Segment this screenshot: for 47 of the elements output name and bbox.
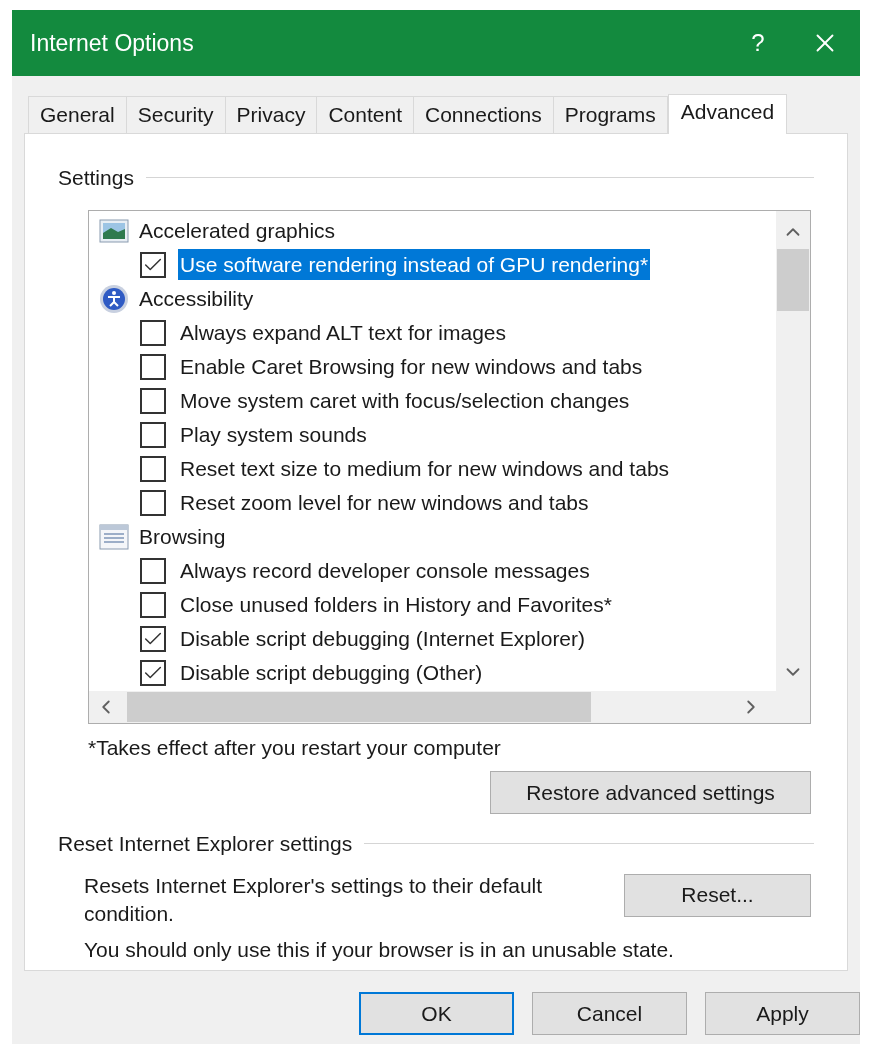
setting-label[interactable]: Enable Caret Browsing for new windows and tabs bbox=[180, 350, 643, 383]
checkbox[interactable] bbox=[140, 591, 166, 618]
help-button[interactable]: ? bbox=[738, 25, 778, 61]
checkbox[interactable] bbox=[140, 421, 166, 448]
setting-label[interactable]: Always expand ALT text for images bbox=[180, 316, 507, 349]
checkbox[interactable] bbox=[140, 625, 166, 652]
category-label: Accessibility bbox=[139, 285, 254, 312]
checkbox[interactable] bbox=[140, 387, 166, 414]
tab[interactable]: Advanced bbox=[667, 94, 788, 134]
checkbox[interactable] bbox=[140, 353, 166, 380]
setting-label[interactable]: Play system sounds bbox=[180, 418, 367, 451]
setting-label[interactable]: Close unused folders in History and Favorites* bbox=[180, 588, 612, 621]
accessibility-icon bbox=[98, 283, 129, 314]
checkbox[interactable] bbox=[140, 659, 166, 686]
setting-label[interactable]: Reset text size to medium for new windows and tabs bbox=[180, 452, 670, 485]
setting-label[interactable]: Disable script debugging (Other) bbox=[180, 656, 483, 689]
checkbox[interactable] bbox=[140, 489, 166, 516]
checkbox[interactable] bbox=[140, 319, 166, 346]
category-label: Accelerated graphics bbox=[139, 217, 336, 244]
vertical-scrollbar[interactable] bbox=[776, 210, 810, 691]
tab[interactable]: Programs bbox=[552, 96, 668, 133]
setting-label[interactable]: Always record developer console messages bbox=[180, 554, 590, 587]
restart-note: *Takes effect after you restart your computer bbox=[88, 734, 502, 761]
dialog-button[interactable]: Cancel bbox=[532, 992, 687, 1035]
setting-label[interactable]: Reset zoom level for new windows and tabs bbox=[180, 486, 589, 519]
window-title: Internet Options bbox=[30, 28, 195, 58]
horizontal-scrollbar[interactable] bbox=[89, 690, 810, 723]
group-label: Reset Internet Explorer settings bbox=[58, 831, 353, 857]
checkbox[interactable] bbox=[140, 251, 166, 278]
reset-button[interactable]: Reset... bbox=[624, 873, 811, 917]
reset-description: Resets Internet Explorer's settings to their default condition. bbox=[84, 872, 544, 927]
scroll-thumb[interactable] bbox=[777, 248, 809, 311]
dialog-button[interactable]: Apply bbox=[705, 992, 860, 1035]
scroll-thumb[interactable] bbox=[127, 691, 591, 722]
category-label: Browsing bbox=[139, 523, 226, 550]
tab[interactable]: General bbox=[28, 96, 127, 133]
setting-label[interactable]: Disable script debugging (Internet Explorer) bbox=[180, 622, 586, 655]
checkbox[interactable] bbox=[140, 455, 166, 482]
restore-button[interactable]: Restore advanced settings bbox=[490, 771, 811, 814]
setting-label[interactable]: Move system caret with focus/selection changes bbox=[180, 384, 630, 417]
warning-text: You should only use this if your browser is in an unusable state. bbox=[83, 936, 675, 963]
dialog-button[interactable]: OK bbox=[359, 992, 514, 1035]
picture-frame-icon bbox=[98, 218, 129, 243]
setting-label[interactable]: Use software rendering instead of GPU rendering* bbox=[178, 248, 651, 281]
group-label: Settings bbox=[58, 165, 134, 191]
checkbox[interactable] bbox=[140, 557, 166, 584]
window-icon bbox=[98, 523, 129, 550]
